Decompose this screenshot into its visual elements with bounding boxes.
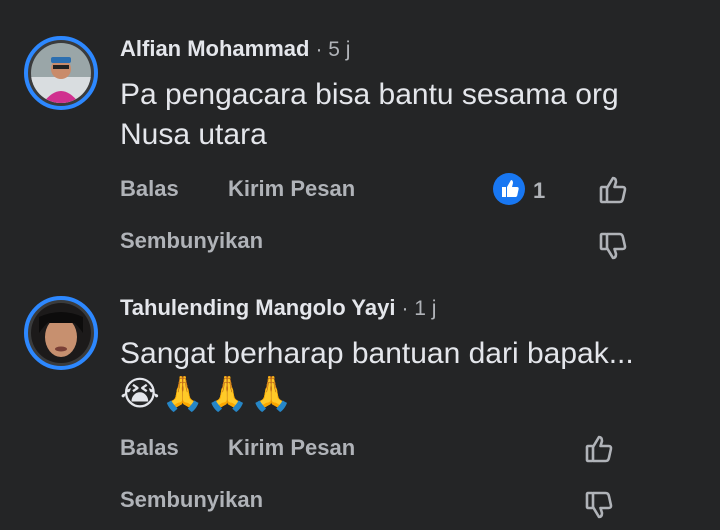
like-count: 1 [533, 178, 546, 203]
send-message-button[interactable]: Kirim Pesan [228, 435, 355, 461]
reply-button[interactable]: Balas [120, 176, 179, 202]
reply-button[interactable]: Balas [120, 435, 179, 461]
like-reaction-icon[interactable] [493, 173, 525, 205]
comment-text: Sangat berharap bantuan dari bapak... [120, 337, 634, 370]
author-line: Alfian Mohammad · 5 j [120, 36, 350, 62]
thumbs-up-icon[interactable] [582, 431, 618, 467]
avatar[interactable] [24, 296, 98, 370]
person-photo-icon [31, 43, 91, 103]
emoji-row: 😭🙏🙏🙏 [120, 375, 295, 413]
timestamp[interactable]: · 1 j [401, 297, 436, 320]
thumbs-up-icon[interactable] [596, 172, 632, 208]
hide-button[interactable]: Sembunyikan [120, 228, 263, 254]
author-name[interactable]: Tahulending Mangolo Yayi [120, 295, 395, 320]
author-name[interactable]: Alfian Mohammad [120, 36, 309, 61]
timestamp[interactable]: · 5 j [315, 38, 350, 61]
person-photo-icon [31, 303, 91, 363]
comment-text: Pa pengacara bisa bantu sesama org Nusa … [120, 78, 619, 151]
hide-button[interactable]: Sembunyikan [120, 487, 263, 513]
avatar-photo [31, 303, 91, 363]
send-message-button[interactable]: Kirim Pesan [228, 176, 355, 202]
avatar[interactable] [24, 36, 98, 110]
thumbs-down-icon[interactable] [582, 487, 618, 523]
avatar-photo [31, 43, 91, 103]
author-line: Tahulending Mangolo Yayi · 1 j [120, 295, 436, 321]
thumbs-down-icon[interactable] [596, 228, 632, 264]
